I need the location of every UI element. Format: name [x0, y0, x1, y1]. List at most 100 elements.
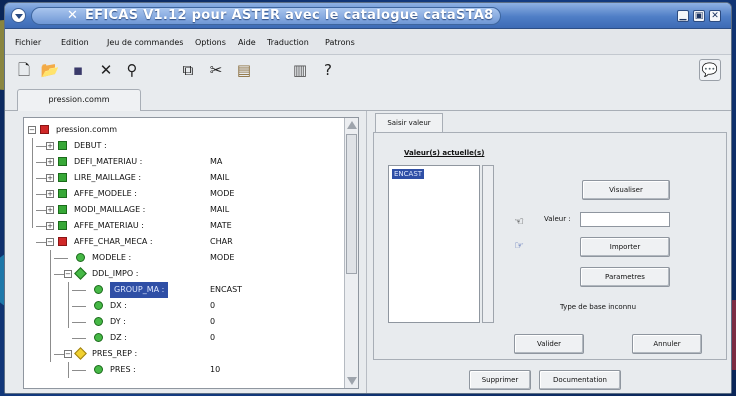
scroll-down-arrow[interactable] [347, 377, 357, 385]
green-square-icon [58, 221, 67, 230]
tree-node-name[interactable]: MODELE : [92, 250, 131, 266]
copy-icon[interactable]: ⧉ [177, 59, 199, 81]
tree-node-name[interactable]: DDL_IMPO : [92, 266, 138, 282]
save-icon[interactable]: ▪ [67, 59, 89, 81]
tree-row[interactable]: − AFFE_CHAR_MECA : CHAR [24, 234, 344, 250]
close-icon[interactable]: ✕ [95, 59, 117, 81]
menu-fichier[interactable]: Fichier [15, 38, 41, 47]
expand-icon[interactable]: + [46, 158, 54, 166]
menu-jeu-de-commandes[interactable]: Jeu de commandes [107, 38, 183, 47]
paste-icon[interactable]: ▤ [233, 59, 255, 81]
tree-node-name[interactable]: DEFI_MATERIAU : [74, 154, 142, 170]
tree-node-value: MODE [210, 189, 235, 198]
new-file-icon[interactable]: 🗋 [13, 59, 35, 81]
green-square-icon [58, 157, 67, 166]
tree-scrollbar[interactable] [344, 118, 358, 388]
remove-value-hand-icon[interactable]: ☞ [508, 239, 530, 253]
tree-node-name[interactable]: MODI_MAILLAGE : [74, 202, 145, 218]
maximize-button[interactable]: ▣ [693, 10, 705, 22]
menu-bar: Fichier Edition Jeu de commandes Options… [5, 29, 731, 55]
expand-icon[interactable]: + [46, 206, 54, 214]
add-value-hand-icon[interactable]: ☜ [508, 215, 530, 229]
window-menu-icon[interactable] [11, 8, 26, 23]
edit-panel: Saisir valeur Valeur(s) actuelle(s) ENCA… [369, 111, 731, 393]
tab-saisir-valeur[interactable]: Saisir valeur [375, 113, 443, 133]
green-circle-icon [94, 285, 103, 294]
scroll-thumb[interactable] [346, 134, 357, 274]
expand-icon[interactable]: + [46, 142, 54, 150]
title-bar[interactable]: ✕ EFICAS V1.12 pour ASTER avec le catalo… [5, 3, 731, 29]
tree-row[interactable]: PRES : 10 [24, 362, 344, 378]
menu-edition[interactable]: Edition [61, 38, 89, 47]
green-square-icon [58, 141, 67, 150]
saisir-valeur-frame: Valeur(s) actuelle(s) ENCAST Visualiser … [373, 132, 727, 360]
tree-row[interactable]: + LIRE_MAILLAGE : MAIL [24, 170, 344, 186]
current-values-list[interactable]: ENCAST [388, 165, 480, 323]
help-icon[interactable]: ? [317, 59, 339, 81]
tree-row[interactable]: − pression.comm [24, 122, 344, 138]
tree-row[interactable]: − PRES_REP : [24, 346, 344, 362]
valider-button[interactable]: Valider [514, 334, 584, 354]
green-circle-icon [76, 253, 85, 262]
green-square-icon [58, 189, 67, 198]
tree-row[interactable]: + DEBUT : [24, 138, 344, 154]
documentation-button[interactable]: Documentation [539, 370, 621, 390]
tree-row[interactable]: MODELE : MODE [24, 250, 344, 266]
open-folder-icon[interactable]: 📂 [39, 59, 61, 81]
tree-row[interactable]: DZ : 0 [24, 330, 344, 346]
app-x-icon: ✕ [67, 8, 78, 23]
collapse-icon[interactable]: − [28, 126, 36, 134]
minimize-button[interactable]: ▁ [677, 10, 689, 22]
supprimer-button[interactable]: Supprimer [469, 370, 531, 390]
tree-row[interactable]: + AFFE_MATERIAU : MATE [24, 218, 344, 234]
close-window-button[interactable]: ✕ [709, 10, 721, 22]
tree-connector [68, 282, 69, 328]
tree-row[interactable]: + DEFI_MATERIAU : MA [24, 154, 344, 170]
scroll-up-arrow[interactable] [347, 121, 357, 129]
expand-icon[interactable]: + [46, 222, 54, 230]
expand-icon[interactable]: + [46, 190, 54, 198]
green-circle-icon [94, 333, 103, 342]
tree-row[interactable]: + MODI_MAILLAGE : MAIL [24, 202, 344, 218]
tree-node-name[interactable]: PRES : [110, 362, 136, 378]
search-icon[interactable]: ⚲ [121, 59, 143, 81]
tree-row[interactable]: DY : 0 [24, 314, 344, 330]
collapse-icon[interactable]: − [64, 270, 72, 278]
values-scrollbar[interactable] [482, 165, 494, 323]
list-item[interactable]: ENCAST [392, 169, 425, 179]
menu-options[interactable]: Options [195, 38, 226, 47]
tree-node-name[interactable]: DX : [110, 298, 127, 314]
delete-icon[interactable]: ▥ [289, 59, 311, 81]
tree-row[interactable]: − DDL_IMPO : [24, 266, 344, 282]
menu-aide[interactable]: Aide [238, 38, 256, 47]
tree-node-name[interactable]: pression.comm [56, 122, 117, 138]
cut-icon[interactable]: ✂ [205, 59, 227, 81]
tree-row[interactable]: DX : 0 [24, 298, 344, 314]
tree-node-value: 0 [210, 301, 216, 310]
tree-node-name[interactable]: DEBUT : [74, 138, 107, 154]
tree-node-name[interactable]: AFFE_CHAR_MECA : [74, 234, 153, 250]
command-tree: − pression.comm + DEBUT : + DEFI_MATERIAU : MA… [23, 117, 359, 389]
tree-node-name[interactable]: LIRE_MAILLAGE : [74, 170, 141, 186]
application-window: ✕ EFICAS V1.12 pour ASTER avec le catalo… [4, 2, 732, 394]
tooltip-icon[interactable]: 💬 [699, 59, 721, 81]
tree-node-name[interactable]: DZ : [110, 330, 127, 346]
collapse-icon[interactable]: − [64, 350, 72, 358]
tree-node-name[interactable]: GROUP_MA : [110, 282, 169, 298]
tree-node-name[interactable]: AFFE_MATERIAU : [74, 218, 144, 234]
valeur-input[interactable] [580, 212, 670, 227]
parametres-button[interactable]: Parametres [580, 267, 670, 287]
tree-node-name[interactable]: AFFE_MODELE : [74, 186, 137, 202]
menu-traduction[interactable]: Traduction [267, 38, 309, 47]
tree-node-name[interactable]: DY : [110, 314, 126, 330]
expand-icon[interactable]: + [46, 174, 54, 182]
importer-button[interactable]: Importer [580, 237, 670, 257]
tree-row[interactable]: GROUP_MA : ENCAST [24, 282, 344, 298]
tree-node-name[interactable]: PRES_REP : [92, 346, 137, 362]
collapse-icon[interactable]: − [46, 238, 54, 246]
menu-patrons[interactable]: Patrons [325, 38, 355, 47]
annuler-button[interactable]: Annuler [632, 334, 702, 354]
visualiser-button[interactable]: Visualiser [582, 180, 670, 200]
file-tab[interactable]: pression.comm [17, 89, 141, 112]
tree-row[interactable]: + AFFE_MODELE : MODE [24, 186, 344, 202]
